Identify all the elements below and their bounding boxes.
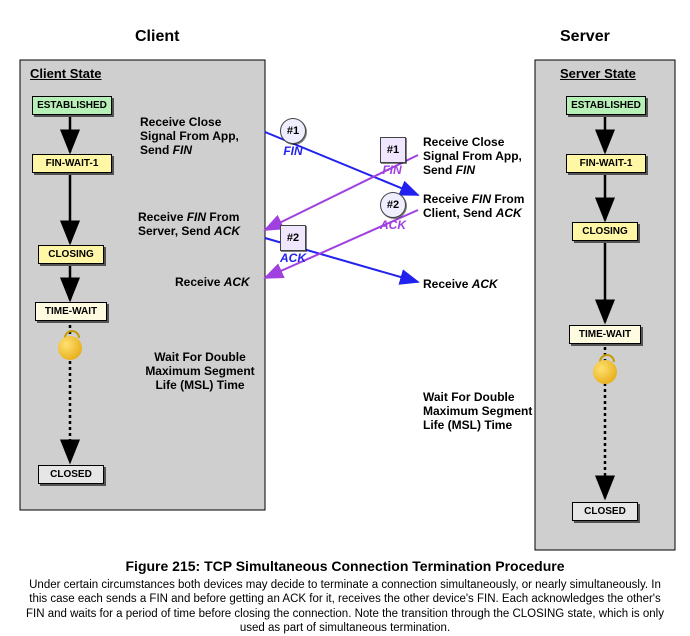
badge-2-square: #2	[280, 225, 306, 251]
timer-icon-client	[58, 330, 82, 360]
client-state-closed: CLOSED	[38, 465, 104, 484]
client-state-timewait: TIME-WAIT	[35, 302, 107, 321]
client-state-closing: CLOSING	[38, 245, 104, 264]
caption-title: Figure 215: TCP Simultaneous Connection …	[20, 558, 670, 574]
server-state-timewait: TIME-WAIT	[569, 325, 641, 344]
client-panel-title: Client State	[30, 66, 102, 81]
diagram-canvas: Client Server Client State Server State …	[0, 0, 690, 627]
server-header: Server	[560, 28, 610, 46]
msg-fin-server: FIN	[379, 163, 405, 177]
client-event-recvack: Receive ACK	[175, 275, 275, 289]
msg-fin-client: FIN	[282, 144, 304, 158]
server-event-wait: Wait For Double Maximum Segment Life (MS…	[423, 390, 538, 432]
client-event-close: Receive Close Signal From App, Send FIN	[140, 115, 260, 157]
client-state-established: ESTABLISHED	[32, 96, 112, 115]
server-event-recvack: Receive ACK	[423, 277, 523, 291]
client-state-finwait1: FIN-WAIT-1	[32, 154, 112, 173]
server-state-finwait1: FIN-WAIT-1	[566, 154, 646, 173]
server-panel-title: Server State	[560, 66, 636, 81]
badge-1-circle: #1	[280, 118, 306, 144]
server-event-recvfin: Receive FIN From Client, Send ACK	[423, 192, 535, 220]
server-state-closed: CLOSED	[572, 502, 638, 521]
msg-ack-client: ACK	[278, 251, 308, 265]
server-state-established: ESTABLISHED	[566, 96, 646, 115]
client-header: Client	[135, 28, 179, 46]
badge-2-circle: #2	[380, 192, 406, 218]
client-event-wait: Wait For Double Maximum Segment Life (MS…	[135, 350, 265, 392]
server-event-close: Receive Close Signal From App, Send FIN	[423, 135, 533, 177]
server-state-closing: CLOSING	[572, 222, 638, 241]
figure-caption: Figure 215: TCP Simultaneous Connection …	[20, 558, 670, 636]
msg-ack-server: ACK	[378, 218, 408, 232]
badge-1-square: #1	[380, 137, 406, 163]
timer-icon-server	[593, 354, 617, 384]
client-event-recvfin: Receive FIN From Server, Send ACK	[138, 210, 266, 238]
